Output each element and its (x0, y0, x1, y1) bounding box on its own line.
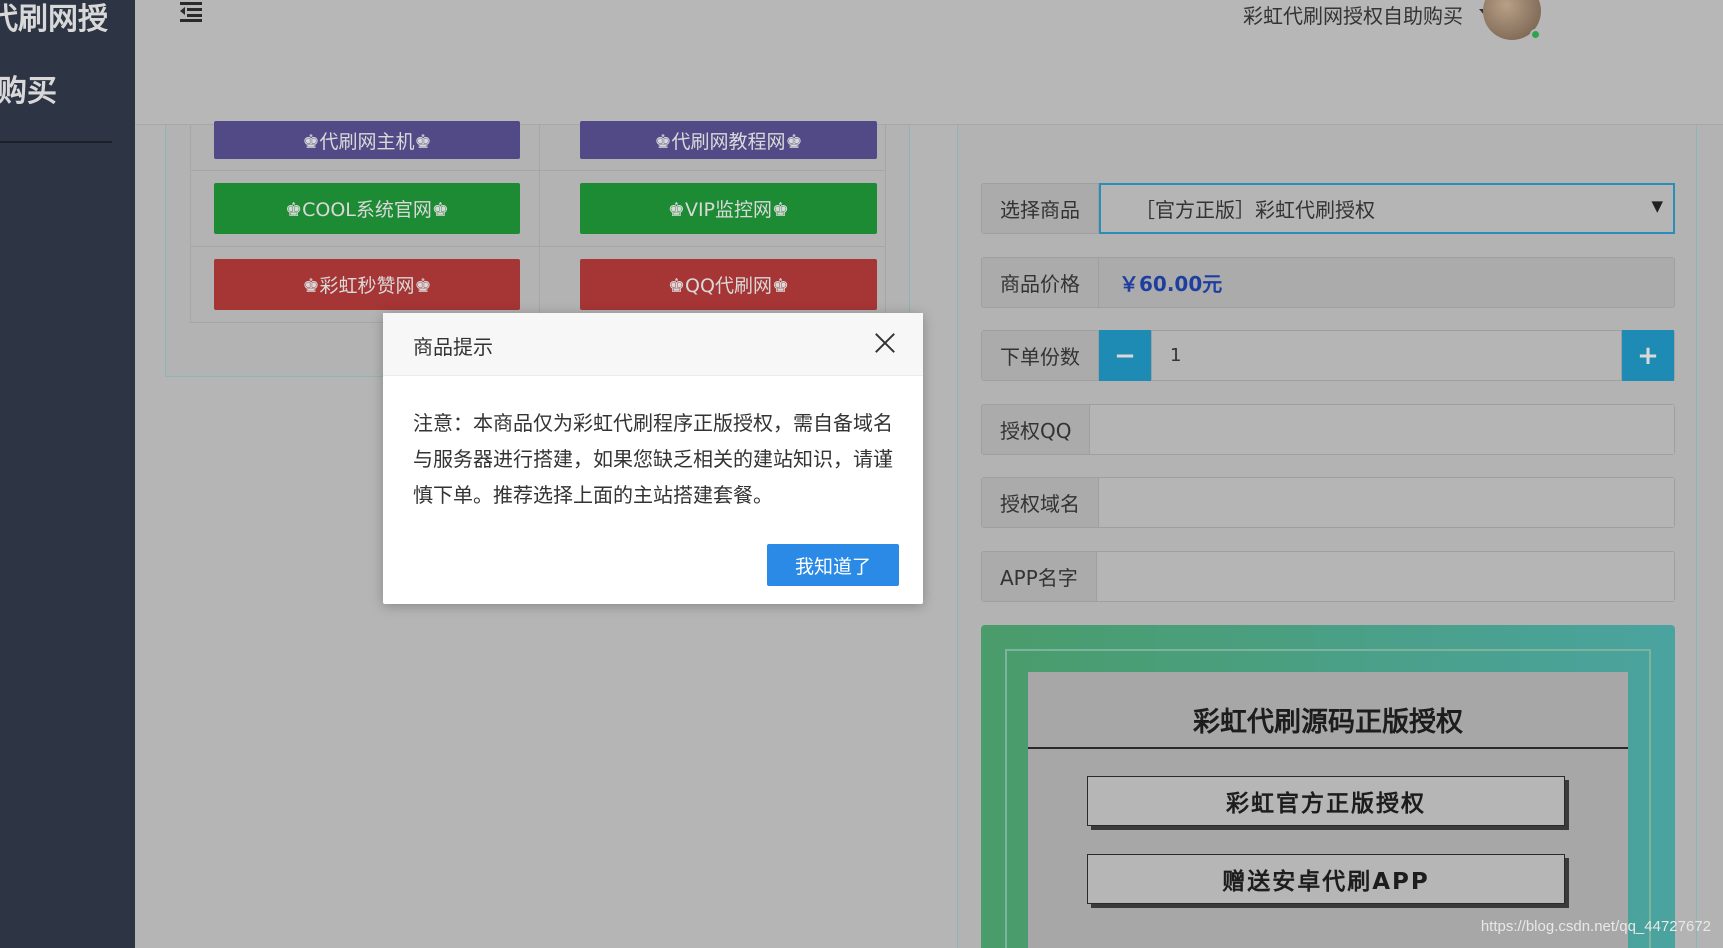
table-row: ♚COOL系统官网♚ ♚VIP监控网♚ (190, 171, 886, 247)
quantity-label: 下单份数 (982, 331, 1099, 380)
site-title-line2: 购买 (0, 74, 57, 109)
price-label: 商品价格 (982, 258, 1099, 307)
dialog-title: 商品提示 (413, 335, 493, 359)
table-row: ♚彩虹秒赞网♚ ♚QQ代刷网♚ (190, 247, 886, 323)
qq-label: 授权QQ (982, 405, 1091, 454)
link-button[interactable]: ♚代刷网教程网♚ (580, 121, 877, 159)
app-name-label: APP名字 (982, 552, 1097, 601)
app-name-input[interactable] (1096, 552, 1674, 601)
product-select-value: ［官方正版］彩虹代刷授权 (1135, 198, 1375, 222)
promo-title: 彩虹代刷源码正版授权 (1193, 707, 1463, 738)
confirm-button[interactable]: 我知道了 (767, 544, 899, 586)
dialog-header: 商品提示 (383, 313, 923, 376)
quantity-group: 下单份数 − 1 + (981, 330, 1675, 381)
link-button[interactable]: ♚彩虹秒赞网♚ (214, 259, 520, 310)
site-title: 代刷网授 (0, 2, 108, 37)
product-select[interactable]: ［官方正版］彩虹代刷授权 ▼ (1099, 183, 1675, 234)
sidebar: 代刷网授 购买 (0, 0, 135, 948)
site-links-table: ♚代刷网主机♚ ♚代刷网教程网♚ ♚COOL系统官网♚ ♚VIP监控网♚ ♚彩虹… (190, 121, 886, 323)
domain-input[interactable] (1099, 478, 1674, 527)
table-row: ♚代刷网主机♚ ♚代刷网教程网♚ (190, 121, 886, 171)
quantity-input[interactable]: 1 (1151, 331, 1622, 380)
qq-input[interactable] (1090, 405, 1674, 454)
sidebar-divider (0, 141, 112, 143)
link-button[interactable]: ♚代刷网主机♚ (214, 121, 520, 159)
promo-badge: 彩虹官方正版授权 (1087, 776, 1565, 826)
link-button[interactable]: ♚VIP监控网♚ (580, 183, 877, 234)
promo-divider (1028, 747, 1628, 749)
watermark: https://blog.csdn.net/qq_44727672 (1480, 918, 1711, 935)
user-menu-name[interactable]: 彩虹代刷网授权自助购买 (1243, 0, 1463, 29)
link-button[interactable]: ♚COOL系统官网♚ (214, 183, 520, 234)
product-select-group: 选择商品 ［官方正版］彩虹代刷授权 ▼ (981, 183, 1675, 234)
chevron-down-icon: ▼ (1651, 197, 1663, 215)
online-status-icon (1530, 29, 1541, 40)
price-group: 商品价格 ￥60.00元 (981, 257, 1675, 308)
dialog-message: 注意：本商品仅为彩虹代刷程序正版授权，需自备域名与服务器进行搭建，如果您缺乏相关… (413, 411, 893, 507)
quantity-decrease-button[interactable]: − (1099, 330, 1151, 381)
qq-group: 授权QQ (981, 404, 1675, 455)
quantity-increase-button[interactable]: + (1622, 330, 1674, 381)
app-name-group: APP名字 (981, 551, 1675, 602)
close-icon[interactable] (873, 331, 897, 355)
product-select-label: 选择商品 (982, 184, 1099, 233)
price-value: ￥60.00元 (1099, 258, 1674, 307)
product-notice-dialog: 商品提示 注意：本商品仅为彩虹代刷程序正版授权，需自备域名与服务器进行搭建，如果… (383, 313, 923, 604)
top-navbar: 彩虹代刷网授权自助购买 (135, 0, 1723, 125)
link-button[interactable]: ♚QQ代刷网♚ (580, 259, 877, 310)
domain-label: 授权域名 (982, 478, 1099, 527)
menu-toggle-icon[interactable] (180, 2, 202, 22)
domain-group: 授权域名 (981, 477, 1675, 528)
promo-badge: 赠送安卓代刷APP (1087, 854, 1565, 904)
